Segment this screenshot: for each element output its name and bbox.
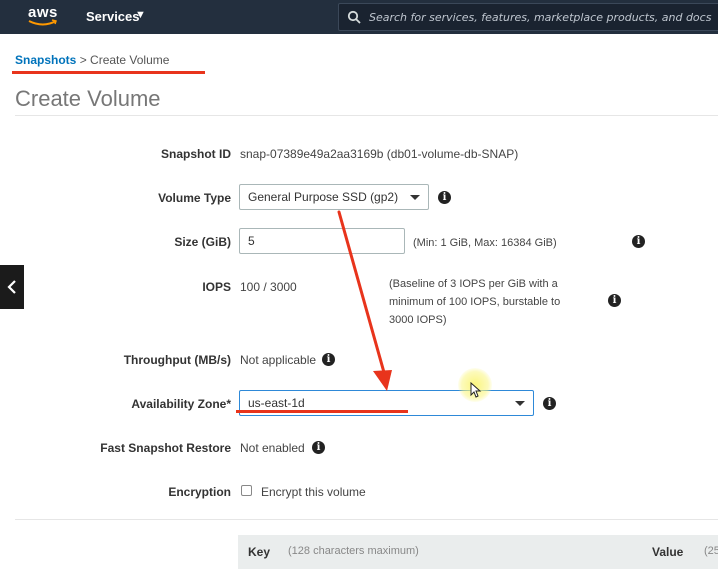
fast-snapshot-restore-label: Fast Snapshot Restore <box>100 441 231 455</box>
size-info-icon[interactable]: i <box>632 235 645 248</box>
search-input[interactable] <box>369 8 714 26</box>
chevron-left-icon <box>7 280 16 294</box>
top-navigation-bar: aws Services ▼ <box>0 0 718 34</box>
availability-zone-selected: us-east-1d <box>248 396 305 410</box>
search-icon <box>347 10 361 24</box>
volume-type-label: Volume Type <box>158 191 231 205</box>
iops-label: IOPS <box>202 280 231 294</box>
iops-hint-line-2: minimum of 100 IOPS, burstable to <box>389 296 561 308</box>
side-panel-toggle[interactable] <box>0 265 24 309</box>
volume-type-selected: General Purpose SSD (gp2) <box>248 190 399 204</box>
breadcrumb-separator: > <box>79 53 87 67</box>
iops-hint-line-1: (Baseline of 3 IOPS per GiB with a <box>389 278 558 290</box>
snapshot-id-value: snap-07389e49a2aa3169b (db01-volume-db-S… <box>240 147 519 161</box>
aws-logo[interactable]: aws <box>28 4 62 30</box>
volume-type-info-icon[interactable]: i <box>438 191 451 204</box>
breadcrumb-snapshots-link[interactable]: Snapshots <box>15 53 76 67</box>
tags-table-header: Key (128 characters maximum) Value (25 <box>238 535 718 569</box>
tags-key-hint: (128 characters maximum) <box>288 545 419 557</box>
breadcrumb: Snapshots > Create Volume <box>15 53 169 67</box>
search-box[interactable] <box>338 3 718 31</box>
tags-value-header: Value <box>652 545 684 559</box>
tags-value-hint: (25 <box>704 545 718 557</box>
size-hint: (Min: 1 GiB, Max: 16384 GiB) <box>413 237 557 249</box>
encrypt-volume-checkbox[interactable] <box>241 485 252 496</box>
services-caret-icon[interactable]: ▼ <box>135 9 146 21</box>
mouse-cursor-icon <box>470 382 482 398</box>
annotation-underline-availability-zone <box>236 410 408 413</box>
tags-key-header: Key <box>248 545 271 559</box>
chevron-down-icon <box>410 195 420 200</box>
fast-snapshot-restore-value: Not enabled <box>240 441 305 455</box>
iops-hint-line-3: 3000 IOPS) <box>389 314 447 326</box>
iops-value: 100 / 3000 <box>240 280 297 294</box>
encrypt-volume-checkbox-label[interactable]: Encrypt this volume <box>261 485 366 499</box>
availability-zone-info-icon[interactable]: i <box>543 397 556 410</box>
services-menu[interactable]: Services <box>86 9 140 24</box>
title-divider <box>15 115 718 116</box>
throughput-value: Not applicable <box>240 353 317 367</box>
availability-zone-label: Availability Zone* <box>131 397 231 411</box>
encryption-label: Encryption <box>168 485 231 499</box>
size-label: Size (GiB) <box>174 235 231 249</box>
aws-smile-icon <box>28 19 57 26</box>
volume-type-select[interactable]: General Purpose SSD (gp2) <box>239 184 429 210</box>
throughput-label: Throughput (MB/s) <box>123 353 231 367</box>
iops-info-icon[interactable]: i <box>608 294 621 307</box>
breadcrumb-current: Create Volume <box>90 53 170 67</box>
page-title: Create Volume <box>15 86 161 111</box>
annotation-underline-breadcrumb <box>12 71 205 74</box>
section-divider <box>15 519 718 520</box>
size-input[interactable] <box>239 228 405 254</box>
throughput-info-icon[interactable]: i <box>322 353 335 366</box>
fast-snapshot-restore-info-icon[interactable]: i <box>312 441 325 454</box>
chevron-down-icon <box>515 401 525 406</box>
snapshot-id-label: Snapshot ID <box>160 147 231 161</box>
